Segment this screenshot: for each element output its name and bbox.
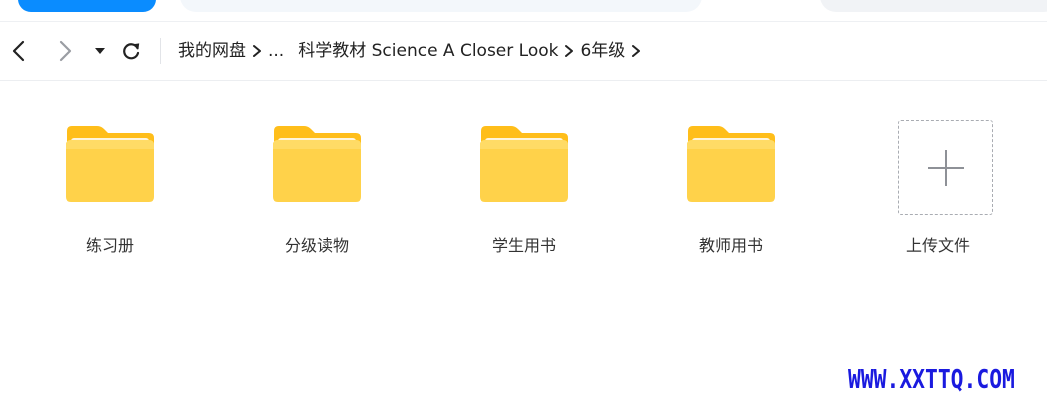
folder-name: 分级读物 (284, 236, 349, 255)
breadcrumb-item-ellipsis[interactable]: ... (268, 36, 284, 66)
upload-item[interactable]: 上传文件 (868, 120, 1008, 295)
folder-item[interactable]: 学生用书 (454, 125, 594, 295)
folder-icon (480, 126, 568, 202)
caret-down-icon (95, 48, 105, 54)
folder-name: 教师用书 (698, 236, 763, 255)
folder-name: 学生用书 (491, 236, 556, 255)
upload-label: 上传文件 (905, 236, 970, 255)
back-button[interactable] (6, 38, 32, 64)
forward-button[interactable] (52, 38, 78, 64)
refresh-button[interactable] (118, 38, 144, 64)
folder-item[interactable]: 练习册 (40, 125, 180, 295)
nav-divider (0, 80, 1047, 81)
breadcrumb-item-parent[interactable]: 科学教材 Science A Closer Look (298, 36, 558, 66)
chevron-left-icon (12, 40, 25, 62)
breadcrumb-item-current[interactable]: 6年级 (580, 36, 625, 66)
folder-icon (687, 126, 775, 202)
folder-icon (66, 126, 154, 202)
breadcrumb-item-root[interactable]: 我的网盘 (178, 36, 246, 66)
watermark-text: WWW.XXTTQ.COM (848, 365, 1015, 395)
top-right-control[interactable] (820, 0, 1047, 12)
folder-icon (273, 126, 361, 202)
breadcrumb: 我的网盘 ... 科学教材 Science A Closer Look 6年级 (178, 36, 647, 66)
breadcrumb-separator-icon (246, 36, 268, 66)
refresh-icon (123, 43, 140, 60)
breadcrumb-separator-icon (558, 36, 580, 66)
folder-name: 练习册 (85, 236, 134, 255)
breadcrumb-separator-icon (625, 36, 647, 66)
upload-button[interactable] (898, 120, 993, 215)
folder-item[interactable]: 分级读物 (247, 125, 387, 295)
top-primary-button[interactable] (18, 0, 156, 12)
folder-item[interactable]: 教师用书 (661, 125, 801, 295)
navigation-bar: 我的网盘 ... 科学教材 Science A Closer Look 6年级 (0, 22, 1047, 80)
history-dropdown-button[interactable] (91, 42, 109, 60)
top-bar (0, 0, 1047, 21)
nav-separator (160, 38, 161, 64)
chevron-right-icon (59, 40, 72, 62)
plus-icon (927, 149, 964, 186)
top-search-field[interactable] (180, 0, 702, 12)
